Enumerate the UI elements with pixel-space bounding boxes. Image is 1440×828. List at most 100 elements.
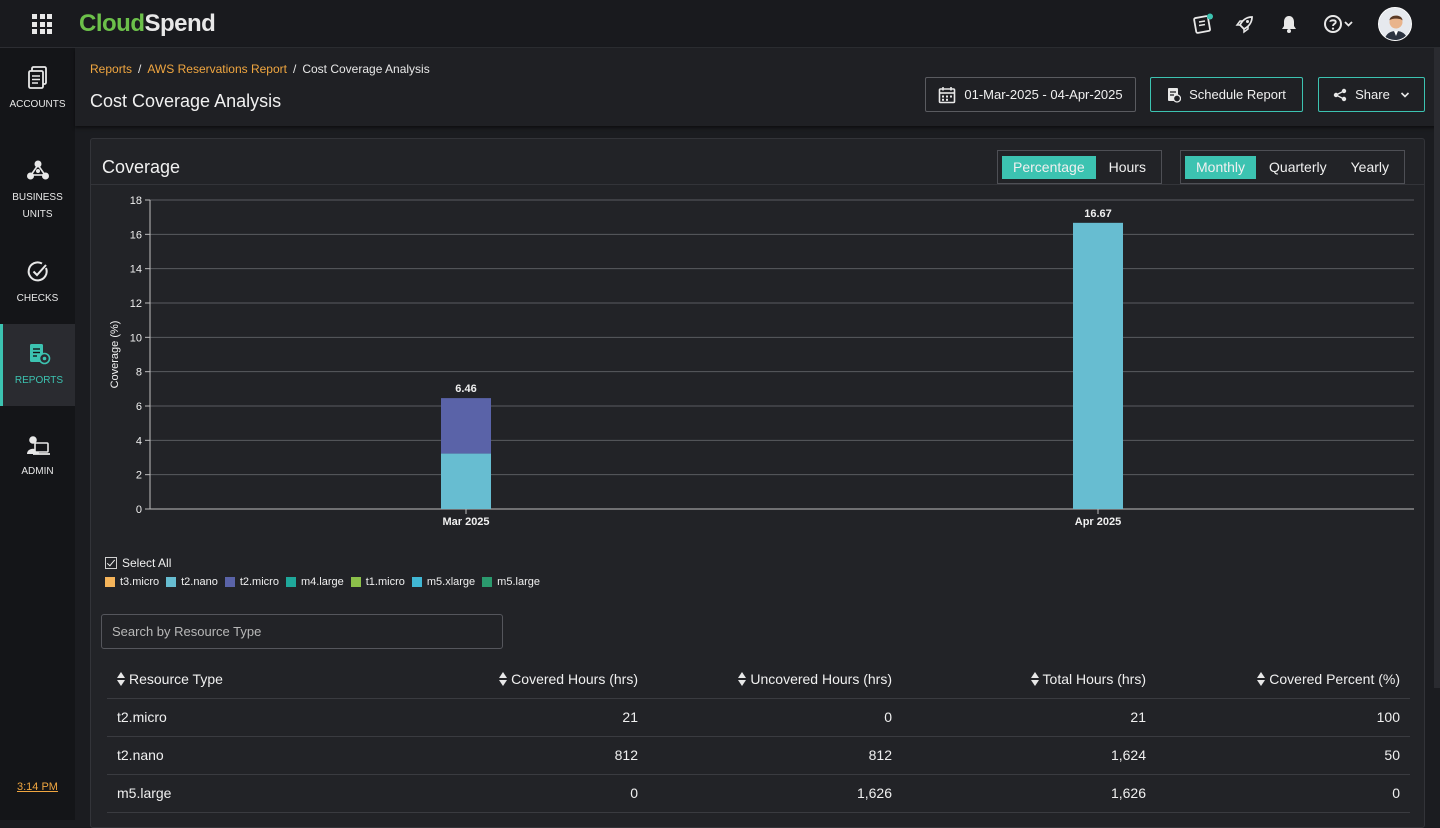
bar-t2-nano — [1073, 222, 1123, 509]
session-time[interactable]: 3:14 PM — [17, 781, 58, 793]
checks-icon — [27, 260, 48, 281]
notes-icon[interactable] — [1191, 12, 1215, 36]
table-header-row: Resource Type Covered Hours (hrs) Uncove… — [107, 660, 1410, 699]
cell-resource-type: t2.micro — [107, 698, 357, 737]
period-toggle: Monthly Quarterly Yearly — [1180, 150, 1406, 184]
schedule-icon — [1168, 87, 1182, 103]
app-logo[interactable]: CloudSpend — [79, 10, 216, 38]
legend-swatch — [285, 577, 296, 587]
cell-covered-hours: 0 — [357, 774, 648, 813]
column-covered-percent[interactable]: Covered Percent (%) — [1156, 660, 1410, 699]
legend-item[interactable]: t2.nano — [166, 576, 218, 588]
search-input[interactable] — [101, 614, 503, 649]
sidebar-item-label: ADMIN — [21, 465, 54, 477]
bar-t2-nano — [441, 453, 491, 509]
user-avatar[interactable] — [1378, 7, 1412, 41]
page-title: Cost Coverage Analysis — [90, 91, 282, 111]
metric-toggle: Percentage Hours — [997, 150, 1162, 184]
legend-item[interactable]: t2.micro — [224, 576, 279, 588]
apps-grid-icon[interactable] — [32, 14, 52, 34]
cell-total-hours: 1,624 — [902, 736, 1156, 775]
cell-resource-type: t2.nano — [107, 736, 357, 775]
hours-toggle[interactable]: Hours — [1098, 156, 1157, 179]
bar-t2-micro — [441, 398, 491, 454]
page-scrollbar[interactable] — [1434, 48, 1440, 688]
cell-total-hours: 21 — [902, 698, 1156, 737]
sidebar-item-label: CHECKS — [16, 292, 59, 304]
calendar-icon — [939, 86, 956, 103]
legend-item[interactable]: m5.xlarge — [411, 576, 476, 588]
quarterly-toggle[interactable]: Quarterly — [1258, 156, 1338, 179]
chart-legend: Select All t3.micro t2.nano t2.micro m4.lar… — [105, 556, 540, 588]
table-row[interactable]: t2.micro 21 0 21 100 — [107, 698, 1410, 737]
data-label: 6.46 — [455, 383, 476, 395]
sidebar-item-accounts[interactable]: ACCOUNTS — [0, 48, 75, 130]
percentage-toggle[interactable]: Percentage — [1002, 155, 1096, 179]
column-resource-type[interactable]: Resource Type — [107, 660, 357, 699]
bell-icon[interactable] — [1277, 12, 1301, 36]
schedule-report-button[interactable]: Schedule Report — [1150, 77, 1303, 112]
cell-total-hours: 1,626 — [902, 774, 1156, 813]
column-uncovered-hours[interactable]: Uncovered Hours (hrs) — [648, 660, 902, 699]
rocket-icon[interactable] — [1233, 12, 1257, 36]
breadcrumb-aws-reservations-report[interactable]: AWS Reservations Report — [147, 62, 287, 76]
legend-item[interactable]: m5.large — [482, 576, 540, 588]
column-covered-hours[interactable]: Covered Hours (hrs) — [357, 660, 648, 699]
sidebar-item-checks[interactable]: CHECKS — [0, 242, 75, 324]
sort-icon — [499, 671, 508, 686]
cell-uncovered-hours: 812 — [648, 736, 902, 775]
y-axis-label: Coverage (%) — [109, 321, 121, 389]
x-tick-label: Mar 2025 — [442, 516, 489, 528]
y-tick-label: 6 — [136, 401, 142, 413]
checkbox-icon — [105, 557, 117, 569]
yearly-toggle[interactable]: Yearly — [1340, 156, 1400, 179]
help-icon[interactable] — [1322, 12, 1358, 36]
cell-uncovered-hours: 1,626 — [648, 774, 902, 813]
reports-icon — [30, 343, 51, 364]
y-tick-label: 14 — [130, 264, 142, 276]
column-total-hours[interactable]: Total Hours (hrs) — [902, 660, 1156, 699]
cell-covered-hours: 812 — [357, 736, 648, 775]
y-tick-label: 0 — [136, 504, 142, 516]
card-title: Coverage — [102, 157, 181, 177]
legend-item[interactable]: t1.micro — [350, 576, 405, 588]
legend-label: t2.nano — [181, 576, 218, 588]
sort-icon — [738, 671, 747, 686]
top-bar: CloudSpend — [0, 0, 1440, 48]
sidebar-item-reports[interactable]: REPORTS — [0, 324, 75, 406]
share-button[interactable]: Share — [1318, 77, 1425, 112]
legend-label: t2.micro — [239, 576, 279, 588]
cell-covered-percent: 50 — [1156, 736, 1410, 775]
legend-swatch — [482, 577, 493, 587]
business-units-icon — [26, 160, 49, 180]
breadcrumb-reports[interactable]: Reports — [90, 62, 132, 76]
legend-item[interactable]: m4.large — [285, 576, 344, 588]
sidebar-item-label: BUSINESS UNITS — [12, 192, 63, 220]
legend-items: t3.micro t2.nano t2.micro m4.large t1.micro m… — [105, 576, 540, 588]
cell-resource-type: m5.large — [107, 774, 357, 813]
sidebar-item-label: ACCOUNTS — [9, 98, 66, 110]
admin-icon — [26, 435, 50, 455]
legend-swatch — [166, 577, 177, 587]
table-row[interactable]: m5.large 0 1,626 1,626 0 — [107, 774, 1410, 813]
y-tick-label: 12 — [130, 298, 142, 310]
sidebar-item-business-units[interactable]: BUSINESS UNITS — [0, 148, 75, 234]
page-header: Reports / AWS Reservations Report / Cost Cov… — [75, 48, 1440, 126]
y-tick-label: 10 — [130, 332, 142, 344]
select-all-checkbox[interactable]: Select All — [105, 556, 540, 570]
date-range-label: 01-Mar-2025 - 04-Apr-2025 — [964, 87, 1123, 102]
breadcrumb-current: Cost Coverage Analysis — [302, 62, 430, 76]
date-range-picker[interactable]: 01-Mar-2025 - 04-Apr-2025 — [925, 77, 1136, 112]
legend-swatch — [105, 577, 115, 587]
sidebar-item-label: REPORTS — [14, 374, 64, 386]
accounts-icon — [27, 65, 47, 89]
legend-swatch — [224, 577, 235, 587]
coverage-chart: 0 2 4 6 8 10 12 14 16 18 Coverage (%) Mar 2025 6.46 A… — [109, 195, 1414, 528]
legend-label: m5.large — [497, 576, 540, 588]
cell-covered-hours: 21 — [357, 698, 648, 737]
legend-item[interactable]: t3.micro — [105, 576, 159, 588]
legend-label: m5.xlarge — [426, 576, 476, 588]
sidebar-item-admin[interactable]: ADMIN — [0, 416, 75, 498]
table-row[interactable]: t2.nano 812 812 1,624 50 — [107, 736, 1410, 775]
monthly-toggle[interactable]: Monthly — [1185, 155, 1257, 179]
